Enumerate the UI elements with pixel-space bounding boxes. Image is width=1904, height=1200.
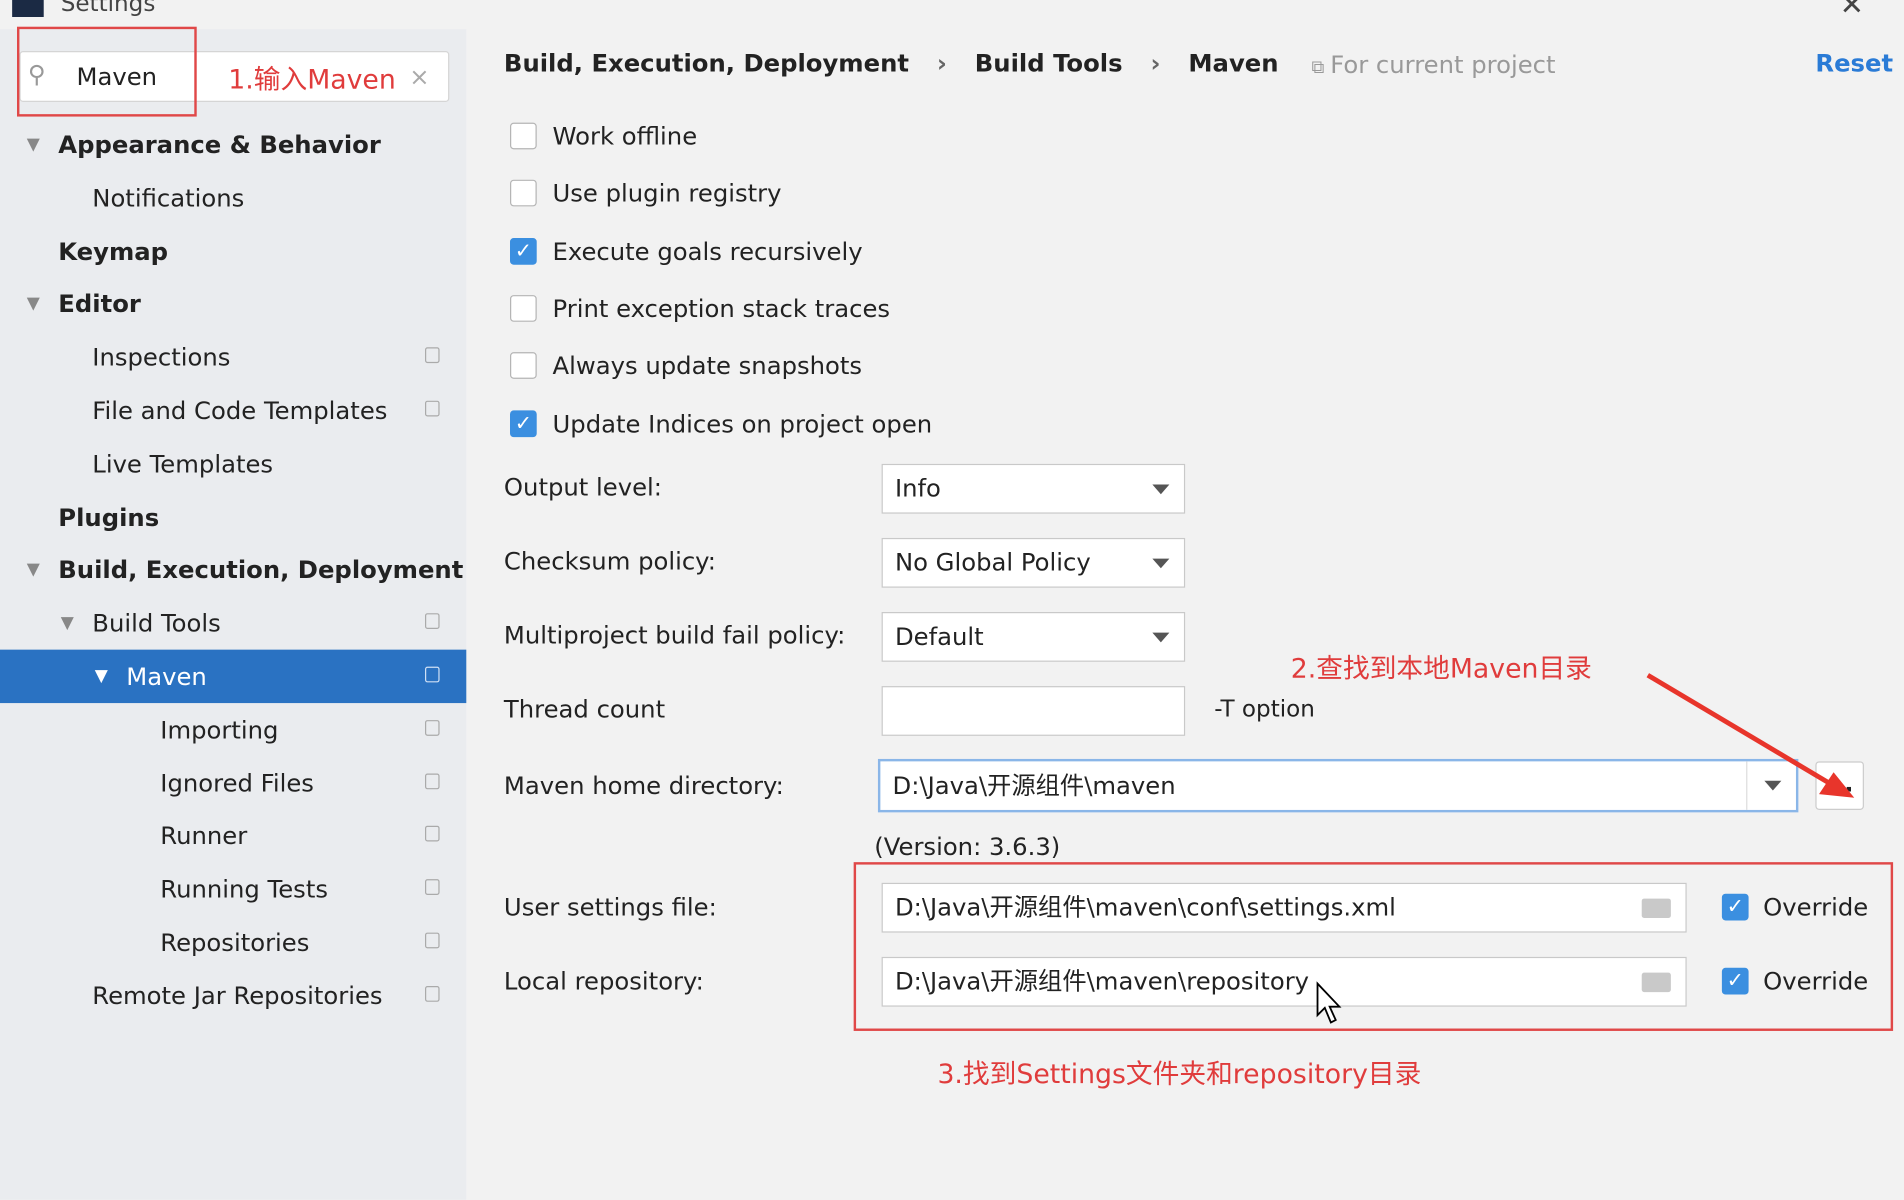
mouse-cursor-icon xyxy=(1316,981,1342,1024)
settings-window: Settings ✕ ⚲ Maven × 1.输入Maven ▼ Appearan… xyxy=(0,0,1904,1200)
annotation-arrow xyxy=(1646,673,1855,798)
